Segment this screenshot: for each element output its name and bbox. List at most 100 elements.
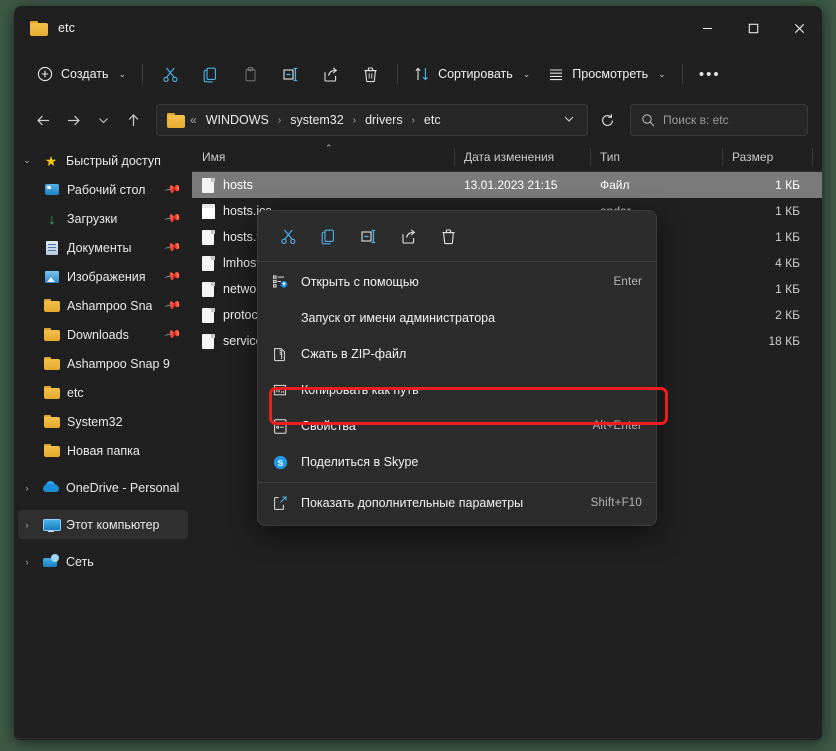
chevron-right-icon[interactable]: › [18, 520, 36, 530]
column-header-name[interactable]: Имя [192, 142, 454, 172]
sidebar-item-ashampoo-snap-9[interactable]: Ashampoo Snap 9 [18, 349, 188, 378]
file-size-cell: 1 КБ [775, 230, 800, 244]
pin-icon[interactable]: 📌 [164, 209, 183, 228]
paste-icon [245, 66, 256, 81]
arrow-up-icon [128, 113, 138, 126]
cut-button[interactable] [150, 58, 190, 90]
sidebar-item-desktop[interactable]: Рабочий стол 📌 [18, 175, 188, 204]
breadcrumb-windows[interactable]: WINDOWS [202, 113, 273, 127]
recent-locations-button[interactable] [88, 105, 118, 135]
view-button[interactable]: Просмотреть ⌄ [539, 58, 674, 90]
delete-button[interactable] [428, 219, 468, 253]
window-controls [684, 6, 822, 50]
new-button[interactable]: Создать ⌄ [28, 58, 135, 90]
breadcrumb-drivers[interactable]: drivers [361, 113, 407, 127]
chevron-down-icon[interactable]: ⌄ [18, 155, 36, 166]
up-button[interactable] [118, 105, 148, 135]
sidebar-item-ashampoo-sna[interactable]: Ashampoo Sna 📌 [18, 291, 188, 320]
sidebar-item-label: Этот компьютер [66, 517, 160, 532]
sidebar-item-etc[interactable]: etc [18, 378, 188, 407]
table-row[interactable]: hosts 13.01.2023 21:15 Файл 1 КБ [192, 172, 822, 198]
scissors-icon [280, 229, 295, 244]
back-button[interactable] [28, 105, 58, 135]
sidebar-item-system32[interactable]: System32 [18, 407, 188, 436]
breadcrumb-etc[interactable]: etc [420, 113, 445, 127]
cloud-icon [43, 480, 59, 496]
paste-button[interactable] [230, 58, 270, 90]
rename-button[interactable] [348, 219, 388, 253]
sidebar-item-documents[interactable]: Документы 📌 [18, 233, 188, 262]
trash-icon [441, 228, 455, 244]
context-menu-item-open-with[interactable]: Открыть с помощью Enter [258, 264, 656, 300]
context-menu-item-accel: Enter [613, 276, 642, 288]
pin-icon[interactable]: 📌 [164, 296, 183, 315]
copy-path-icon [271, 381, 289, 399]
calendar-icon [202, 203, 215, 219]
maximize-button[interactable] [730, 6, 776, 50]
pin-icon[interactable]: 📌 [164, 325, 183, 344]
sidebar-item-label: Быстрый доступ [66, 153, 161, 168]
breadcrumb-separator: › [352, 114, 357, 126]
pc-icon [43, 517, 61, 533]
context-menu[interactable]: Открыть с помощью Enter Запуск от имени … [257, 210, 657, 526]
delete-button[interactable] [350, 58, 390, 90]
sort-button[interactable]: Сортировать ⌄ [405, 58, 539, 90]
context-menu-item-share-skype[interactable]: S Поделиться в Skype [258, 444, 656, 480]
rename-icon [283, 67, 297, 81]
sidebar-item-quick-access[interactable]: ⌄ ★ Быстрый доступ [18, 146, 188, 175]
sort-indicator-icon: ⌃ [325, 143, 333, 153]
context-menu-item-run-as-admin[interactable]: Запуск от имени администратора [258, 300, 656, 336]
chevron-right-icon[interactable]: › [18, 557, 36, 567]
share-button[interactable] [388, 219, 428, 253]
copy-button[interactable] [190, 58, 230, 90]
column-header-type[interactable]: Тип [590, 142, 722, 172]
chevron-down-icon: ⌄ [658, 68, 666, 79]
more-options-button[interactable]: ••• [690, 58, 730, 90]
search-input[interactable]: Поиск в: etc [630, 104, 808, 136]
pin-icon[interactable]: 📌 [164, 180, 183, 199]
chevron-right-icon[interactable]: › [18, 483, 36, 493]
pin-icon[interactable]: 📌 [164, 267, 183, 286]
context-menu-quick-actions [258, 215, 656, 259]
file-type-cell: Файл [600, 178, 630, 192]
chevron-down-icon [98, 117, 108, 123]
breadcrumb-system32[interactable]: system32 [286, 113, 348, 127]
minimize-button[interactable] [684, 6, 730, 50]
rename-button[interactable] [270, 58, 310, 90]
forward-button[interactable] [58, 105, 88, 135]
sidebar-item-downloads-folder[interactable]: Downloads 📌 [18, 320, 188, 349]
navigation-pane[interactable]: ⌄ ★ Быстрый доступ Рабочий стол 📌 ↓ Загр… [14, 142, 192, 738]
cut-button[interactable] [268, 219, 308, 253]
context-menu-item-show-more-options[interactable]: Показать дополнительные параметры Shift+… [258, 485, 656, 521]
context-menu-item-copy-as-path[interactable]: Копировать как путь [258, 372, 656, 408]
context-menu-item-compress-zip[interactable]: Сжать в ZIP-файл [258, 336, 656, 372]
share-button[interactable] [310, 58, 350, 90]
pin-icon[interactable]: 📌 [164, 238, 183, 257]
file-size-cell: 1 КБ [775, 282, 800, 296]
sidebar-item-this-pc[interactable]: › Этот компьютер [18, 510, 188, 539]
folder-icon [44, 414, 60, 430]
sidebar-item-onedrive[interactable]: › OneDrive - Personal [18, 473, 188, 502]
sidebar-item-pictures[interactable]: Изображения 📌 [18, 262, 188, 291]
sidebar-item-new-folder[interactable]: Новая папка [18, 436, 188, 465]
copy-button[interactable] [308, 219, 348, 253]
arrow-right-icon [67, 115, 80, 125]
column-header-size[interactable]: Размер [722, 142, 812, 172]
column-header-date[interactable]: Дата изменения [454, 142, 590, 172]
context-menu-item-properties[interactable]: Свойства Alt+Enter [258, 408, 656, 444]
context-menu-item-label: Открыть с помощью [301, 275, 419, 289]
refresh-button[interactable] [592, 105, 622, 135]
refresh-icon [601, 113, 613, 126]
desktop-icon [44, 182, 60, 198]
plus-circle-icon [37, 66, 53, 82]
sidebar-item-label: Рабочий стол [67, 182, 146, 197]
properties-icon [271, 417, 289, 435]
address-bar[interactable]: « WINDOWS › system32 › drivers › etc [156, 104, 588, 136]
file-icon [202, 307, 215, 323]
sidebar-item-network[interactable]: › Сеть [18, 547, 188, 576]
close-button[interactable] [776, 6, 822, 50]
sidebar-item-downloads[interactable]: ↓ Загрузки 📌 [18, 204, 188, 233]
address-dropdown-icon[interactable] [557, 113, 581, 128]
breadcrumb-overflow[interactable]: « [189, 113, 198, 127]
